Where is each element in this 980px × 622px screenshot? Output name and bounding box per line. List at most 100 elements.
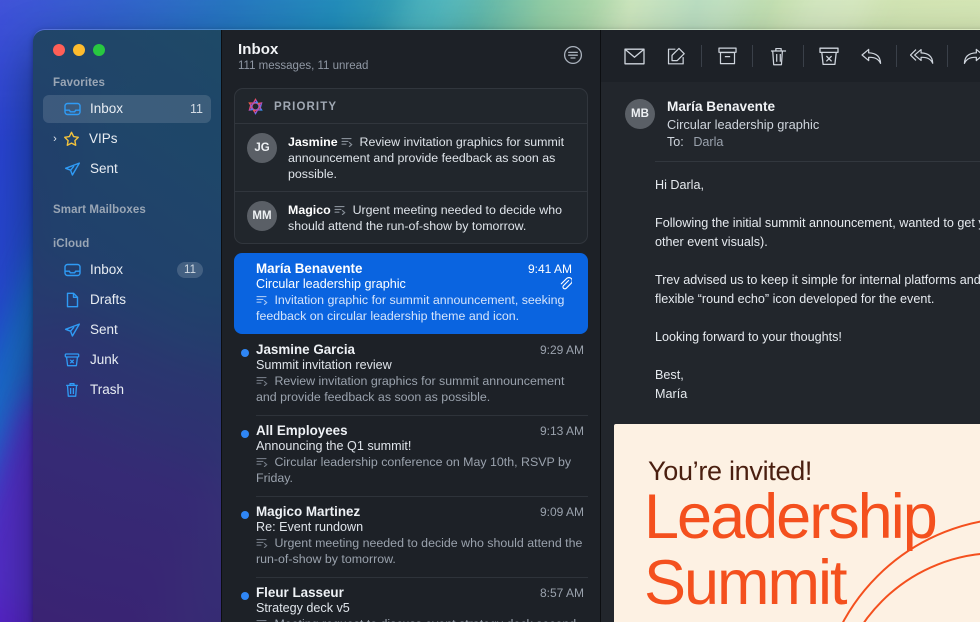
minimize-button[interactable] xyxy=(73,44,85,56)
junk-button[interactable] xyxy=(808,39,850,73)
message-snippet-line: Meeting request to discuss event strateg… xyxy=(256,616,584,622)
sidebar-item-trash[interactable]: Trash xyxy=(43,376,211,404)
detail-sender: María Benavente xyxy=(667,99,819,114)
avatar: JG xyxy=(247,133,277,163)
mail-window: Favorites Inbox 11 › VIPs xyxy=(33,29,980,622)
priority-item-text: Jasmine Review invitation graphics for s… xyxy=(288,133,575,182)
apple-intelligence-icon xyxy=(247,98,264,115)
message-sender: Magico Martinez xyxy=(256,504,540,519)
message-subject-line: Circular leadership graphic xyxy=(256,277,572,291)
message-row[interactable]: Fleur Lasseur 8:57 AM Strategy deck v5 M… xyxy=(222,577,600,622)
message-time: 9:29 AM xyxy=(540,343,584,357)
toolbar-divider xyxy=(701,45,702,67)
message-header-text: María Benavente Circular leadership grap… xyxy=(667,99,819,149)
sidebar-section-favorites: Favorites xyxy=(43,77,211,89)
message-row-top: Fleur Lasseur 8:57 AM xyxy=(256,585,584,600)
unread-dot xyxy=(241,430,249,438)
forward-button[interactable] xyxy=(952,39,980,73)
message-row-top: All Employees 9:13 AM xyxy=(256,423,584,438)
message-detail-column: MB María Benavente Circular leadership g… xyxy=(600,30,980,622)
priority-item[interactable]: MM Magico Urgent meeting needed to decid… xyxy=(235,191,587,243)
message-subject: Circular leadership graphic xyxy=(256,277,559,291)
message-time: 9:13 AM xyxy=(540,424,584,438)
sidebar-item-label: Inbox xyxy=(90,263,177,277)
message-sender: María Benavente xyxy=(256,261,528,276)
inbox-icon xyxy=(61,261,83,279)
summary-icon xyxy=(256,295,268,305)
summary-icon xyxy=(341,137,353,147)
message-snippet: Meeting request to discuss event strateg… xyxy=(256,617,576,622)
to-label: To: xyxy=(667,135,684,149)
unread-dot xyxy=(241,349,249,357)
message-subject: Announcing the Q1 summit! xyxy=(256,439,584,453)
reply-all-button[interactable] xyxy=(901,39,943,73)
summary-icon xyxy=(256,457,268,467)
priority-item[interactable]: JG Jasmine Review invitation graphics fo… xyxy=(235,123,587,191)
message-snippet: Urgent meeting needed to decide who shou… xyxy=(256,536,582,566)
avatar: MM xyxy=(247,201,277,231)
message-list: María Benavente 9:41 AM Circular leaders… xyxy=(222,253,600,622)
sidebar-item-junk[interactable]: Junk xyxy=(43,346,211,374)
compose-button[interactable] xyxy=(655,39,697,73)
close-button[interactable] xyxy=(53,44,65,56)
message-subject: Summit invitation review xyxy=(256,358,584,372)
sidebar-item-inbox-icloud[interactable]: Inbox 11 xyxy=(43,256,211,284)
message-sender: Jasmine Garcia xyxy=(256,342,540,357)
toolbar xyxy=(601,30,980,82)
reply-button[interactable] xyxy=(850,39,892,73)
message-row[interactable]: Jasmine Garcia 9:29 AM Summit invitation… xyxy=(222,334,600,415)
archive-button[interactable] xyxy=(706,39,748,73)
sidebar-section-icloud: iCloud xyxy=(43,238,211,250)
priority-sender: Jasmine xyxy=(288,135,338,149)
message-header: MB María Benavente Circular leadership g… xyxy=(601,83,980,159)
to-value[interactable]: Darla xyxy=(693,135,723,149)
message-row-top: Magico Martinez 9:09 AM xyxy=(256,504,584,519)
sidebar-section-smart-mailboxes: Smart Mailboxes xyxy=(43,204,211,216)
message-subject: Re: Event rundown xyxy=(256,520,584,534)
invitation-attachment-image[interactable]: You’re invited! Leadership Summit xyxy=(614,424,980,622)
message-row-top: Jasmine Garcia 9:29 AM xyxy=(256,342,584,357)
message-time: 9:41 AM xyxy=(528,262,572,276)
unread-dot xyxy=(241,592,249,600)
trash-icon xyxy=(61,381,83,399)
zoom-button[interactable] xyxy=(93,44,105,56)
sidebar-item-label: Inbox xyxy=(90,102,190,116)
inbox-icon xyxy=(61,100,83,118)
summary-icon xyxy=(256,376,268,386)
junk-bin-icon xyxy=(61,351,83,369)
paper-plane-icon xyxy=(61,160,83,178)
toolbar-divider xyxy=(803,45,804,67)
toolbar-divider xyxy=(947,45,948,67)
message-row[interactable]: All Employees 9:13 AM Announcing the Q1 … xyxy=(222,415,600,496)
message-row[interactable]: Magico Martinez 9:09 AM Re: Event rundow… xyxy=(222,496,600,577)
sidebar-item-sent-icloud[interactable]: Sent xyxy=(43,316,211,344)
message-subject-line: Announcing the Q1 summit! xyxy=(256,439,584,453)
avatar: MB xyxy=(625,99,655,129)
summary-icon xyxy=(256,538,268,548)
filter-icon[interactable] xyxy=(561,43,585,67)
message-row-selected[interactable]: María Benavente 9:41 AM Circular leaders… xyxy=(234,253,588,334)
sidebar-item-vips[interactable]: › VIPs xyxy=(43,125,211,153)
mailbox-title: Inbox xyxy=(238,41,584,58)
message-subject-line: Summit invitation review xyxy=(256,358,584,372)
sidebar-item-label: Sent xyxy=(90,323,203,337)
detail-subject: Circular leadership graphic xyxy=(667,117,819,132)
message-subject: Strategy deck v5 xyxy=(256,601,584,615)
sidebar-item-label: VIPs xyxy=(89,132,203,146)
sidebar: Favorites Inbox 11 › VIPs xyxy=(33,30,221,622)
sidebar-item-label: Drafts xyxy=(90,293,203,307)
sidebar-item-drafts[interactable]: Drafts xyxy=(43,286,211,314)
sidebar-item-inbox-favorites[interactable]: Inbox 11 xyxy=(43,95,211,123)
delete-button[interactable] xyxy=(757,39,799,73)
message-body: Hi Darla, Following the initial summit a… xyxy=(601,162,980,404)
toolbar-divider xyxy=(752,45,753,67)
sidebar-item-label: Trash xyxy=(90,383,203,397)
sidebar-item-count: 11 xyxy=(177,262,203,278)
message-snippet-line: Invitation graphic for summit announceme… xyxy=(256,292,572,324)
message-detail-body: MB María Benavente Circular leadership g… xyxy=(601,82,980,622)
message-sender: All Employees xyxy=(256,423,540,438)
message-snippet: Review invitation graphics for summit an… xyxy=(256,374,564,404)
window-controls[interactable] xyxy=(43,30,211,56)
mark-unread-button[interactable] xyxy=(613,39,655,73)
sidebar-item-sent-favorites[interactable]: Sent xyxy=(43,155,211,183)
